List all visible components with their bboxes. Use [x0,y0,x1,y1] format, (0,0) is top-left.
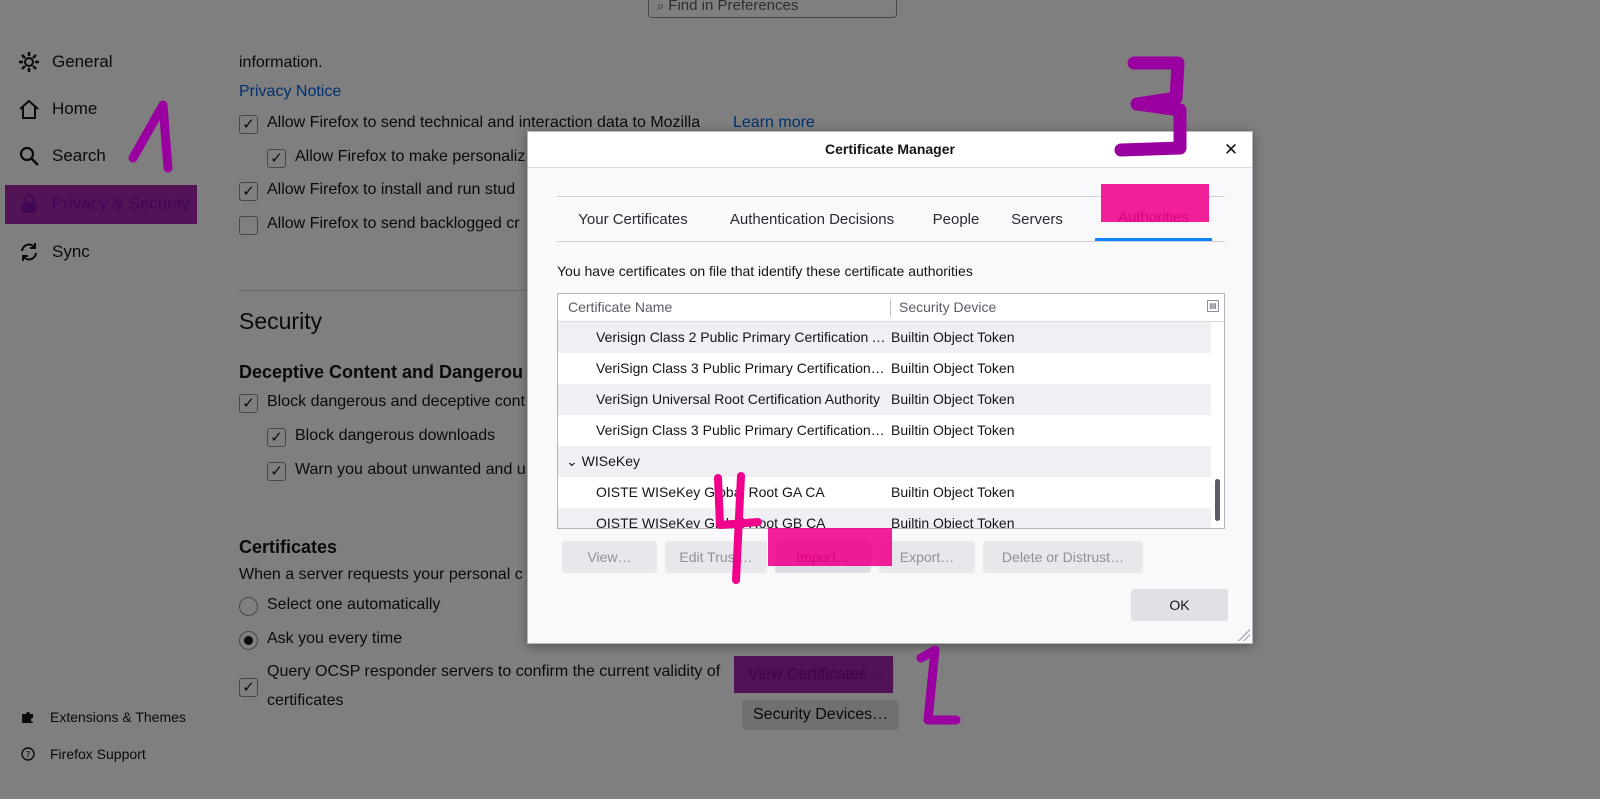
checkbox-block-deceptive-label: Block dangerous and deceptive cont [267,393,525,410]
column-security-device[interactable]: Security Device [899,299,996,315]
sidebar: General Home Search Privacy & Security S… [0,0,210,799]
column-separator[interactable] [890,299,891,317]
tab-your-certificates[interactable]: Your Certificates [565,197,701,241]
certificates-heading: Certificates [239,537,338,557]
tab-servers[interactable]: Servers [1001,197,1073,241]
checkbox-warn-unwanted[interactable]: ✓ [267,462,286,481]
sync-icon [16,239,42,265]
scrollbar-thumb[interactable] [1215,479,1220,521]
security-heading: Security [239,308,323,334]
radio-select-automatically-label: Select one automatically [267,596,441,613]
extensions-themes-link[interactable]: Extensions & Themes [20,706,186,728]
dialog-titlebar: Certificate Manager ✕ [528,132,1252,168]
authorities-description: You have certificates on file that ident… [557,263,973,279]
table-row[interactable]: VeriSign Class 3 Public Primary Certific… [558,415,1211,446]
view-button[interactable]: View… [562,541,657,573]
info-text: information. [239,54,323,71]
radio-ask-every-time[interactable] [239,631,258,650]
checkbox-ocsp[interactable]: ✓ [239,678,258,697]
sidebar-item-home[interactable]: Home [16,93,97,125]
tree-scrollbar[interactable] [1211,322,1224,528]
lock-icon [16,191,42,217]
privacy-notice-link[interactable]: Privacy Notice [239,83,341,101]
table-row[interactable]: OISTE WISeKey Global Root GB CA Builtin … [558,508,1211,528]
checkbox-personalized[interactable]: ✓ [267,149,286,168]
ok-button[interactable]: OK [1131,589,1228,621]
puzzle-icon [20,709,36,725]
certificate-tabs: Your Certificates Authentication Decisio… [557,196,1225,242]
table-row[interactable]: VeriSign Class 3 Public Primary Certific… [558,353,1211,384]
gear-icon [16,49,42,75]
checkbox-block-downloads[interactable]: ✓ [267,428,286,447]
sidebar-item-sync[interactable]: Sync [16,236,90,268]
table-row[interactable]: OISTE WISeKey Global Root GA CA Builtin … [558,477,1211,508]
checkbox-technical-data-label: Allow Firefox to send technical and inte… [267,114,701,131]
certificate-manager-dialog: Certificate Manager ✕ Your Certificates … [527,131,1253,644]
tab-authentication-decisions[interactable]: Authentication Decisions [715,197,909,241]
checkbox-crash-reports[interactable] [239,216,258,235]
checkbox-studies[interactable]: ✓ [239,182,258,201]
resize-grip-icon[interactable] [1238,629,1250,641]
deceptive-content-heading: Deceptive Content and Dangerou [239,362,524,382]
ocsp-label-line2: certificates [267,692,344,709]
dialog-title: Certificate Manager [825,141,955,157]
certificate-tree[interactable]: Certificate Name Security Device ▤ Veris… [557,293,1225,529]
tree-header: Certificate Name Security Device ▤ [558,294,1224,322]
tab-people[interactable]: People [923,197,989,241]
view-certificates-button[interactable]: View Certificates… [737,660,894,690]
help-icon: ? [20,746,36,762]
learn-more-link[interactable]: Learn more [733,114,815,132]
sidebar-item-privacy-security[interactable]: Privacy & Security [16,188,190,220]
sidebar-item-general[interactable]: General [16,46,112,78]
checkbox-technical-data[interactable]: ✓ [239,115,258,134]
checkbox-studies-label: Allow Firefox to install and run stud [267,181,516,198]
tree-group-row[interactable]: ⌄ WISeKey [558,446,1211,477]
chevron-down-icon[interactable]: ⌄ [566,453,578,469]
checkbox-block-deceptive[interactable]: ✓ [239,394,258,413]
divider [239,290,539,291]
ocsp-label-line1: Query OCSP responder servers to confirm … [267,663,721,680]
delete-distrust-button[interactable]: Delete or Distrust… [983,541,1143,573]
certificates-description: When a server requests your personal c [239,566,523,583]
firefox-support-link[interactable]: ? Firefox Support [20,743,146,765]
checkbox-warn-unwanted-label: Warn you about unwanted and u [295,461,526,478]
checkbox-block-downloads-label: Block dangerous downloads [295,427,496,444]
table-row[interactable]: VeriSign Universal Root Certification Au… [558,384,1211,415]
svg-text:?: ? [26,751,31,761]
export-button[interactable]: Export… [879,541,975,573]
column-certificate-name[interactable]: Certificate Name [568,299,672,315]
search-icon [16,143,42,169]
column-picker-icon[interactable]: ▤ [1207,300,1219,312]
tree-body: Verisign Class 2 Public Primary Certific… [558,322,1211,528]
close-icon[interactable]: ✕ [1220,139,1242,161]
radio-select-automatically[interactable] [239,597,258,616]
radio-ask-every-time-label: Ask you every time [267,630,403,647]
checkbox-crash-reports-label: Allow Firefox to send backlogged cr [267,215,520,232]
sidebar-item-search[interactable]: Search [16,140,106,172]
search-icon: ⌕ [657,0,665,13]
tab-authorities[interactable]: Authorities [1095,197,1212,241]
table-row[interactable]: Verisign Class 2 Public Primary Certific… [558,322,1211,353]
import-button[interactable]: Import… [775,541,871,573]
checkbox-personalized-label: Allow Firefox to make personaliz [295,148,526,165]
search-input[interactable]: ⌕ Find in Preferences [648,0,897,18]
edit-trust-button[interactable]: Edit Trust… [665,541,767,573]
security-devices-button[interactable]: Security Devices… [742,700,900,730]
home-icon [16,96,42,122]
